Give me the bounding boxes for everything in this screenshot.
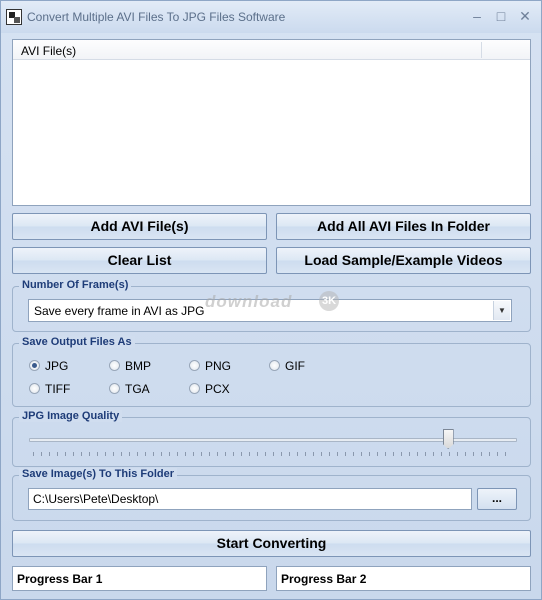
add-folder-button[interactable]: Add All AVI Files In Folder <box>276 213 531 240</box>
radio-indicator <box>189 360 200 371</box>
avi-file-list[interactable]: AVI File(s) <box>12 39 531 206</box>
radio-indicator <box>109 383 120 394</box>
quality-group: JPG Image Quality <box>12 410 531 467</box>
radio-indicator <box>29 360 40 371</box>
radio-indicator <box>109 360 120 371</box>
output-folder-group: Save Image(s) To This Folder C:\Users\Pe… <box>12 468 531 521</box>
progress-bar-1: Progress Bar 1 <box>12 566 267 591</box>
chevron-down-icon[interactable]: ▼ <box>493 301 510 320</box>
radio-indicator <box>29 383 40 394</box>
progress-bar-2: Progress Bar 2 <box>276 566 531 591</box>
minimize-button[interactable]: – <box>466 6 488 26</box>
list-header[interactable]: AVI File(s) <box>13 40 530 60</box>
browse-folder-button[interactable]: ... <box>477 488 517 510</box>
window-title: Convert Multiple AVI Files To JPG Files … <box>27 10 286 24</box>
watermark-logo: 3K <box>319 291 339 311</box>
quality-group-label: JPG Image Quality <box>19 410 123 422</box>
radio-label: JPG <box>45 359 69 373</box>
radio-label: TGA <box>125 382 150 396</box>
radio-label: GIF <box>285 359 305 373</box>
output-format-label: Save Output Files As <box>19 336 135 348</box>
watermark-text: download <box>205 292 293 311</box>
output-folder-input[interactable]: C:\Users\Pete\Desktop\ <box>28 488 472 510</box>
radio-label: PCX <box>205 382 230 396</box>
radio-label: PNG <box>205 359 232 373</box>
column-header-avi-files[interactable]: AVI File(s) <box>21 44 76 58</box>
radio-indicator <box>189 383 200 394</box>
title-bar[interactable]: Convert Multiple AVI Files To JPG Files … <box>1 1 541 33</box>
output-format-group: Save Output Files As JPG BMP PNG GIF TIF… <box>12 336 531 407</box>
radio-indicator <box>269 360 280 371</box>
frames-group-label: Number Of Frame(s) <box>19 279 132 291</box>
output-folder-label: Save Image(s) To This Folder <box>19 468 177 480</box>
app-window: Convert Multiple AVI Files To JPG Files … <box>0 0 542 600</box>
quality-slider-thumb[interactable] <box>442 429 454 449</box>
clear-list-button[interactable]: Clear List <box>12 247 267 274</box>
start-converting-button[interactable]: Start Converting <box>12 530 531 557</box>
radio-label: BMP <box>125 359 152 373</box>
add-avi-files-button[interactable]: Add AVI File(s) <box>12 213 267 240</box>
maximize-button[interactable]: □ <box>490 6 512 26</box>
radio-label: TIFF <box>45 382 71 396</box>
app-icon <box>6 9 22 25</box>
column-separator <box>481 42 482 58</box>
frames-selected-value: Save every frame in AVI as JPG <box>34 304 205 318</box>
load-sample-button[interactable]: Load Sample/Example Videos <box>276 247 531 274</box>
slider-ticks <box>33 452 513 456</box>
close-button[interactable]: ✕ <box>514 6 536 26</box>
